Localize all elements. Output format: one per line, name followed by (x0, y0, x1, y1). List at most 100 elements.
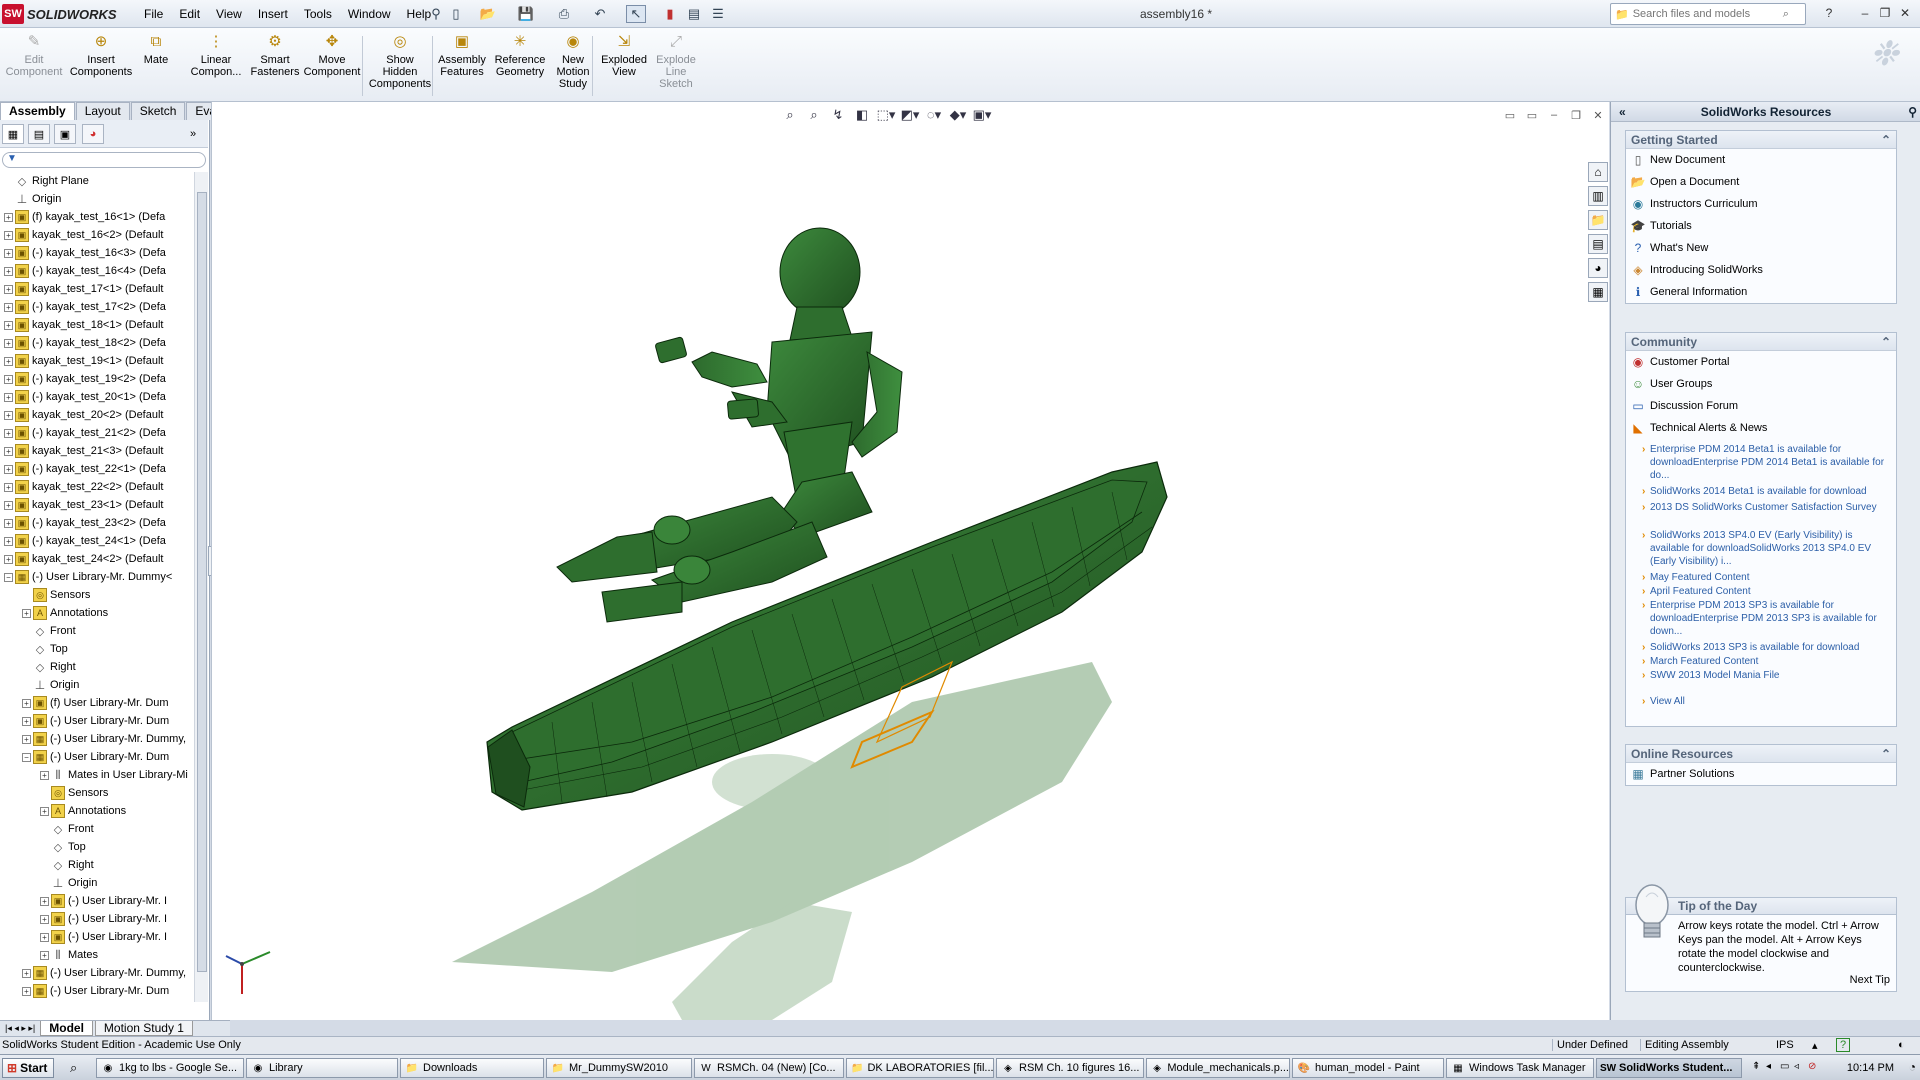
start-button[interactable]: ⊞ Start (2, 1058, 54, 1078)
news-link[interactable]: SWW 2013 Model Mania File (1642, 669, 1890, 682)
tab-motion-study-1[interactable]: Motion Study 1 (94, 1021, 193, 1036)
tab-sketch[interactable]: Sketch (130, 102, 186, 120)
tree-item[interactable]: ◇ Right (22, 658, 76, 676)
undo-icon[interactable]: ↶ (590, 5, 610, 23)
pin-pane-icon[interactable]: ⚲ (1908, 105, 1917, 119)
close-button[interactable]: ✕ (1896, 5, 1914, 21)
expand-toggle-icon[interactable]: + (4, 518, 13, 528)
taskbar-item[interactable]: 🎨 human_model - Paint (1292, 1058, 1444, 1078)
expand-toggle-icon[interactable]: + (40, 950, 49, 960)
taskbar-item[interactable]: SW SolidWorks Student... (1596, 1058, 1742, 1078)
design-library-icon[interactable]: ▥ (1588, 186, 1608, 206)
tree-item[interactable]: ⊥ Origin (40, 874, 98, 892)
quick-launch-icon[interactable]: ⌕ (70, 1060, 77, 1076)
tree-item[interactable]: + ▣ (-) kayak_test_18<2> (Defa (4, 334, 166, 352)
expand-toggle-icon[interactable]: + (4, 338, 13, 348)
graphics-area[interactable]: ⌕ ⌕ ↯ ◧ ⬚▾ ◩▾ ◌▾ ◆▾ ▣▾ ▭ ▭ – ❐ ✕ (211, 102, 1609, 1020)
tree-item[interactable]: ⊥ Origin (4, 190, 62, 208)
tree-item[interactable]: ◇ Top (40, 838, 86, 856)
news-link[interactable]: View All (1642, 695, 1890, 708)
tree-item[interactable]: ◎ Sensors (40, 784, 108, 802)
expand-toggle-icon[interactable]: + (22, 734, 31, 744)
insert-components-button[interactable]: ⊕ Insert Components (70, 32, 132, 100)
expand-toggle-icon[interactable]: + (4, 356, 13, 366)
tree-item[interactable]: + ▣ (-) kayak_test_23<2> (Defa (4, 514, 166, 532)
tree-item[interactable]: + ▣ (-) User Library-Mr. I (40, 910, 167, 928)
motion-study-button[interactable]: ◉ New Motion Study (550, 32, 596, 100)
expand-toggle-icon[interactable]: + (4, 500, 13, 510)
tree-item[interactable]: − ▦ (-) User Library-Mr. Dummy< (4, 568, 172, 586)
taskbar-item[interactable]: 📁 Downloads (400, 1058, 544, 1078)
smart-fasteners-button[interactable]: ⚙ Smart Fasteners (251, 32, 300, 100)
3d-model-view[interactable] (212, 102, 1609, 1020)
tree-item[interactable]: + ▣ kayak_test_19<1> (Default (4, 352, 163, 370)
tab-nav-arrows-icon[interactable]: |◂ ◂ ▸ ▸| (2, 1023, 38, 1034)
taskbar-item[interactable]: 📁 DK LABORATORIES [fil... (846, 1058, 994, 1078)
restore-button[interactable]: ❐ (1876, 5, 1894, 21)
collapse-chevron-icon[interactable]: ⌃ (1881, 747, 1891, 761)
view-palette-icon[interactable]: ▤ (1588, 234, 1608, 254)
tree-item[interactable]: + ▣ (-) kayak_test_22<1> (Defa (4, 460, 166, 478)
expand-toggle-icon[interactable]: + (4, 212, 13, 222)
print-icon[interactable]: ⎙ (554, 5, 574, 23)
news-link[interactable]: March Featured Content (1642, 655, 1890, 668)
online-resources-header[interactable]: Online Resources ⌃ (1626, 745, 1896, 763)
file-explorer-icon[interactable]: 📁 (1588, 210, 1608, 230)
news-link[interactable]: 2013 DS SolidWorks Customer Satisfaction… (1642, 501, 1890, 514)
expand-toggle-icon[interactable]: − (4, 572, 13, 582)
news-link[interactable]: May Featured Content (1642, 571, 1890, 584)
save-icon[interactable]: 💾 (516, 5, 536, 23)
expand-toggle-icon[interactable]: + (4, 266, 13, 276)
tree-item[interactable]: + ▦ (-) User Library-Mr. Dum (22, 982, 169, 1000)
tree-item[interactable]: + ▣ kayak_test_20<2> (Default (4, 406, 163, 424)
feature-tree-scrollbar[interactable] (194, 172, 208, 1002)
units-dropdown-icon[interactable]: ▴ (1812, 1039, 1818, 1052)
minimize-button[interactable]: – (1856, 5, 1874, 21)
resource-link[interactable]: ◉ Instructors Curriculum (1626, 193, 1896, 215)
expand-toggle-icon[interactable]: + (22, 698, 31, 708)
tab-layout[interactable]: Layout (75, 102, 130, 120)
tree-item[interactable]: + ▣ kayak_test_22<2> (Default (4, 478, 163, 496)
collapse-chevron-icon[interactable]: ⌃ (1881, 133, 1891, 147)
expand-toggle-icon[interactable]: + (4, 248, 13, 258)
expand-toggle-icon[interactable]: + (4, 554, 13, 564)
expand-toggle-icon[interactable]: + (40, 932, 49, 942)
solidworks-logo[interactable]: SW SOLIDWORKS (2, 3, 120, 25)
search-box[interactable]: 📁 ⌕ (1610, 3, 1806, 25)
resource-link[interactable]: ◈ Introducing SolidWorks (1626, 259, 1896, 281)
expand-toggle-icon[interactable]: + (4, 230, 13, 240)
tree-item[interactable]: + ▣ (-) kayak_test_20<1> (Defa (4, 388, 166, 406)
quick-help-icon[interactable]: ? (1836, 1038, 1850, 1052)
resource-link[interactable]: ▦ Partner Solutions (1626, 763, 1896, 785)
expand-toggle-icon[interactable]: + (22, 968, 31, 978)
configuration-manager-tab-icon[interactable]: ▣ (54, 124, 76, 144)
tree-item[interactable]: + ▣ (-) User Library-Mr. I (40, 928, 167, 946)
next-tip-link[interactable]: Next Tip (1850, 973, 1890, 987)
tree-item[interactable]: + ▣ (-) User Library-Mr. I (40, 892, 167, 910)
linear-pattern-button[interactable]: ⋮ Linear Compon... (184, 32, 248, 100)
select-icon[interactable]: ↖ (626, 5, 646, 23)
open-icon[interactable]: 📂 (478, 5, 498, 23)
expand-toggle-icon[interactable]: + (22, 986, 31, 996)
explode-line-button[interactable]: ⤢ Explode Line Sketch (650, 32, 702, 100)
network-icon[interactable]: ⊘ (1808, 1061, 1816, 1072)
tray-expand-icon[interactable]: ⇞ (1752, 1061, 1760, 1072)
news-link[interactable]: Enterprise PDM 2014 Beta1 is available f… (1642, 443, 1890, 482)
taskbar-item[interactable]: ▦ Windows Task Manager (1446, 1058, 1594, 1078)
help-icon[interactable]: ? (1820, 5, 1838, 21)
volume-icon[interactable]: ◃ (1794, 1061, 1799, 1072)
new-document-icon[interactable]: ▯ (446, 5, 466, 23)
tree-item[interactable]: + ▣ kayak_test_21<3> (Default (4, 442, 163, 460)
file-properties-icon[interactable]: ▤ (684, 5, 704, 23)
menu-view[interactable]: View (208, 5, 250, 23)
tree-item[interactable]: ◇ Front (22, 622, 76, 640)
feature-tree-tab-icon[interactable]: ▦ (2, 124, 24, 144)
mate-button[interactable]: ⧉ Mate (138, 32, 174, 100)
tree-item[interactable]: + ▣ kayak_test_24<2> (Default (4, 550, 163, 568)
show-hidden-button[interactable]: ◎ Show Hidden Components (368, 32, 432, 100)
menu-tools[interactable]: Tools (296, 5, 340, 23)
tree-item[interactable]: + ▣ kayak_test_23<1> (Default (4, 496, 163, 514)
expand-toggle-icon[interactable]: + (40, 806, 49, 816)
taskbar-item[interactable]: ◈ RSM Ch. 10 figures 16... (996, 1058, 1144, 1078)
search-icon[interactable]: ⌕ (1783, 8, 1789, 21)
